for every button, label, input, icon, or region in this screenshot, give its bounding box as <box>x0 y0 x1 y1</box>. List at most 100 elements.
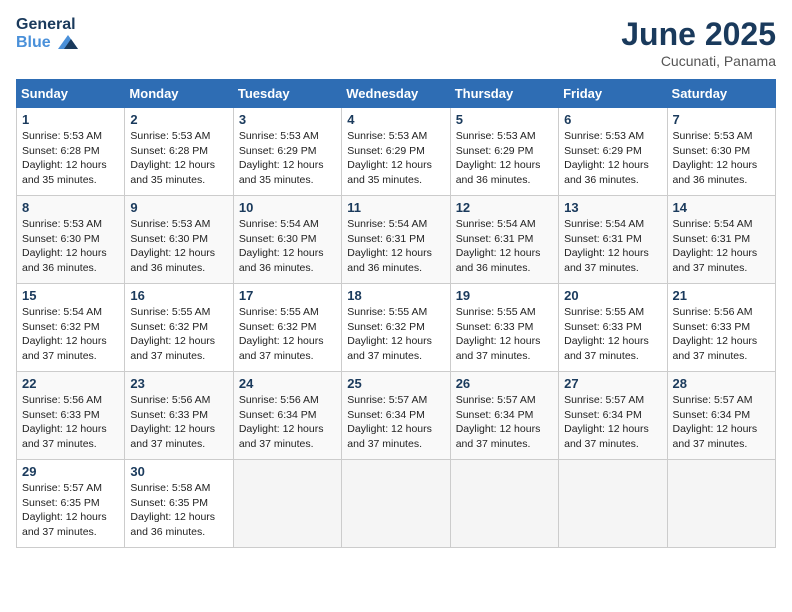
day-info: Sunrise: 5:55 AM Sunset: 6:32 PM Dayligh… <box>347 305 444 364</box>
calendar-subtitle: Cucunati, Panama <box>621 53 776 69</box>
table-row: 5Sunrise: 5:53 AM Sunset: 6:29 PM Daylig… <box>450 108 558 196</box>
day-info: Sunrise: 5:53 AM Sunset: 6:30 PM Dayligh… <box>22 217 119 276</box>
day-number: 4 <box>347 112 444 127</box>
page-header: General Blue June 2025 Cucunati, Panama <box>16 16 776 69</box>
day-number: 3 <box>239 112 336 127</box>
day-number: 6 <box>564 112 661 127</box>
table-row: 8 Sunrise: 5:53 AM Sunset: 6:30 PM Daylig… <box>17 196 125 284</box>
day-number: 20 <box>564 288 661 303</box>
calendar-week-row: 29 Sunrise: 5:57 AM Sunset: 6:35 PM Dayli… <box>17 460 776 548</box>
day-info: Sunrise: 5:54 AM Sunset: 6:31 PM Dayligh… <box>673 217 770 276</box>
table-row: 29 Sunrise: 5:57 AM Sunset: 6:35 PM Dayli… <box>17 460 125 548</box>
day-number: 23 <box>130 376 227 391</box>
day-number: 26 <box>456 376 553 391</box>
table-row: 20 Sunrise: 5:55 AM Sunset: 6:33 PM Dayli… <box>559 284 667 372</box>
table-row <box>450 460 558 548</box>
day-info: Sunrise: 5:53 AM Sunset: 6:30 PM Dayligh… <box>673 129 770 188</box>
day-info: Sunrise: 5:57 AM Sunset: 6:34 PM Dayligh… <box>564 393 661 452</box>
day-info: Sunrise: 5:53 AM Sunset: 6:29 PM Dayligh… <box>564 129 661 188</box>
day-info: Sunrise: 5:57 AM Sunset: 6:34 PM Dayligh… <box>347 393 444 452</box>
header-friday: Friday <box>559 80 667 108</box>
day-info: Sunrise: 5:55 AM Sunset: 6:33 PM Dayligh… <box>564 305 661 364</box>
calendar-week-row: 15 Sunrise: 5:54 AM Sunset: 6:32 PM Dayli… <box>17 284 776 372</box>
day-number: 1 <box>22 112 119 127</box>
day-number: 8 <box>22 200 119 215</box>
calendar-week-row: 22 Sunrise: 5:56 AM Sunset: 6:33 PM Dayli… <box>17 372 776 460</box>
day-info: Sunrise: 5:55 AM Sunset: 6:32 PM Dayligh… <box>130 305 227 364</box>
table-row: 13 Sunrise: 5:54 AM Sunset: 6:31 PM Dayli… <box>559 196 667 284</box>
day-number: 30 <box>130 464 227 479</box>
day-info: Sunrise: 5:56 AM Sunset: 6:34 PM Dayligh… <box>239 393 336 452</box>
calendar-week-row: 1 Sunrise: 5:53 AM Sunset: 6:28 PM Daylig… <box>17 108 776 196</box>
day-number: 22 <box>22 376 119 391</box>
table-row: 4Sunrise: 5:53 AM Sunset: 6:29 PM Daylig… <box>342 108 450 196</box>
day-number: 9 <box>130 200 227 215</box>
day-number: 11 <box>347 200 444 215</box>
day-info: Sunrise: 5:57 AM Sunset: 6:35 PM Dayligh… <box>22 481 119 540</box>
table-row <box>342 460 450 548</box>
day-number: 29 <box>22 464 119 479</box>
table-row: 27 Sunrise: 5:57 AM Sunset: 6:34 PM Dayli… <box>559 372 667 460</box>
header-sunday: Sunday <box>17 80 125 108</box>
table-row: 15 Sunrise: 5:54 AM Sunset: 6:32 PM Dayli… <box>17 284 125 372</box>
table-row: 23 Sunrise: 5:56 AM Sunset: 6:33 PM Dayli… <box>125 372 233 460</box>
table-row: 16 Sunrise: 5:55 AM Sunset: 6:32 PM Dayli… <box>125 284 233 372</box>
table-row: 9 Sunrise: 5:53 AM Sunset: 6:30 PM Daylig… <box>125 196 233 284</box>
table-row: 12 Sunrise: 5:54 AM Sunset: 6:31 PM Dayli… <box>450 196 558 284</box>
day-number: 24 <box>239 376 336 391</box>
day-number: 28 <box>673 376 770 391</box>
header-wednesday: Wednesday <box>342 80 450 108</box>
day-number: 18 <box>347 288 444 303</box>
day-number: 16 <box>130 288 227 303</box>
logo: General Blue <box>16 16 79 51</box>
table-row: 10Sunrise: 5:54 AM Sunset: 6:30 PM Dayli… <box>233 196 341 284</box>
table-row: 18 Sunrise: 5:55 AM Sunset: 6:32 PM Dayli… <box>342 284 450 372</box>
day-info: Sunrise: 5:55 AM Sunset: 6:33 PM Dayligh… <box>456 305 553 364</box>
day-info: Sunrise: 5:53 AM Sunset: 6:29 PM Dayligh… <box>456 129 553 188</box>
table-row: 19 Sunrise: 5:55 AM Sunset: 6:33 PM Dayli… <box>450 284 558 372</box>
day-info: Sunrise: 5:56 AM Sunset: 6:33 PM Dayligh… <box>130 393 227 452</box>
table-row: 6 Sunrise: 5:53 AM Sunset: 6:29 PM Daylig… <box>559 108 667 196</box>
calendar-table: Sunday Monday Tuesday Wednesday Thursday… <box>16 79 776 548</box>
day-info: Sunrise: 5:54 AM Sunset: 6:32 PM Dayligh… <box>22 305 119 364</box>
day-info: Sunrise: 5:53 AM Sunset: 6:28 PM Dayligh… <box>130 129 227 188</box>
table-row: 1 Sunrise: 5:53 AM Sunset: 6:28 PM Daylig… <box>17 108 125 196</box>
day-info: Sunrise: 5:54 AM Sunset: 6:31 PM Dayligh… <box>347 217 444 276</box>
header-thursday: Thursday <box>450 80 558 108</box>
day-info: Sunrise: 5:55 AM Sunset: 6:32 PM Dayligh… <box>239 305 336 364</box>
table-row: 28Sunrise: 5:57 AM Sunset: 6:34 PM Dayli… <box>667 372 775 460</box>
calendar-week-row: 8 Sunrise: 5:53 AM Sunset: 6:30 PM Daylig… <box>17 196 776 284</box>
day-info: Sunrise: 5:56 AM Sunset: 6:33 PM Dayligh… <box>22 393 119 452</box>
day-number: 19 <box>456 288 553 303</box>
day-number: 14 <box>673 200 770 215</box>
day-number: 13 <box>564 200 661 215</box>
header-saturday: Saturday <box>667 80 775 108</box>
day-info: Sunrise: 5:53 AM Sunset: 6:30 PM Dayligh… <box>130 217 227 276</box>
table-row: 17Sunrise: 5:55 AM Sunset: 6:32 PM Dayli… <box>233 284 341 372</box>
table-row: 2Sunrise: 5:53 AM Sunset: 6:28 PM Daylig… <box>125 108 233 196</box>
table-row: 3 Sunrise: 5:53 AM Sunset: 6:29 PM Daylig… <box>233 108 341 196</box>
table-row: 26 Sunrise: 5:57 AM Sunset: 6:34 PM Dayli… <box>450 372 558 460</box>
table-row <box>667 460 775 548</box>
title-area: June 2025 Cucunati, Panama <box>621 16 776 69</box>
day-number: 10 <box>239 200 336 215</box>
table-row: 22 Sunrise: 5:56 AM Sunset: 6:33 PM Dayli… <box>17 372 125 460</box>
day-info: Sunrise: 5:53 AM Sunset: 6:29 PM Dayligh… <box>239 129 336 188</box>
calendar-header-row: Sunday Monday Tuesday Wednesday Thursday… <box>17 80 776 108</box>
table-row: 21Sunrise: 5:56 AM Sunset: 6:33 PM Dayli… <box>667 284 775 372</box>
day-info: Sunrise: 5:57 AM Sunset: 6:34 PM Dayligh… <box>456 393 553 452</box>
day-number: 15 <box>22 288 119 303</box>
day-info: Sunrise: 5:58 AM Sunset: 6:35 PM Dayligh… <box>130 481 227 540</box>
table-row: 30 Sunrise: 5:58 AM Sunset: 6:35 PM Dayli… <box>125 460 233 548</box>
calendar-title: June 2025 <box>621 16 776 53</box>
day-number: 12 <box>456 200 553 215</box>
day-info: Sunrise: 5:56 AM Sunset: 6:33 PM Dayligh… <box>673 305 770 364</box>
header-tuesday: Tuesday <box>233 80 341 108</box>
day-info: Sunrise: 5:53 AM Sunset: 6:28 PM Dayligh… <box>22 129 119 188</box>
day-number: 27 <box>564 376 661 391</box>
table-row: 7Sunrise: 5:53 AM Sunset: 6:30 PM Daylig… <box>667 108 775 196</box>
day-info: Sunrise: 5:54 AM Sunset: 6:31 PM Dayligh… <box>564 217 661 276</box>
day-info: Sunrise: 5:54 AM Sunset: 6:31 PM Dayligh… <box>456 217 553 276</box>
table-row: 24 Sunrise: 5:56 AM Sunset: 6:34 PM Dayli… <box>233 372 341 460</box>
table-row <box>233 460 341 548</box>
